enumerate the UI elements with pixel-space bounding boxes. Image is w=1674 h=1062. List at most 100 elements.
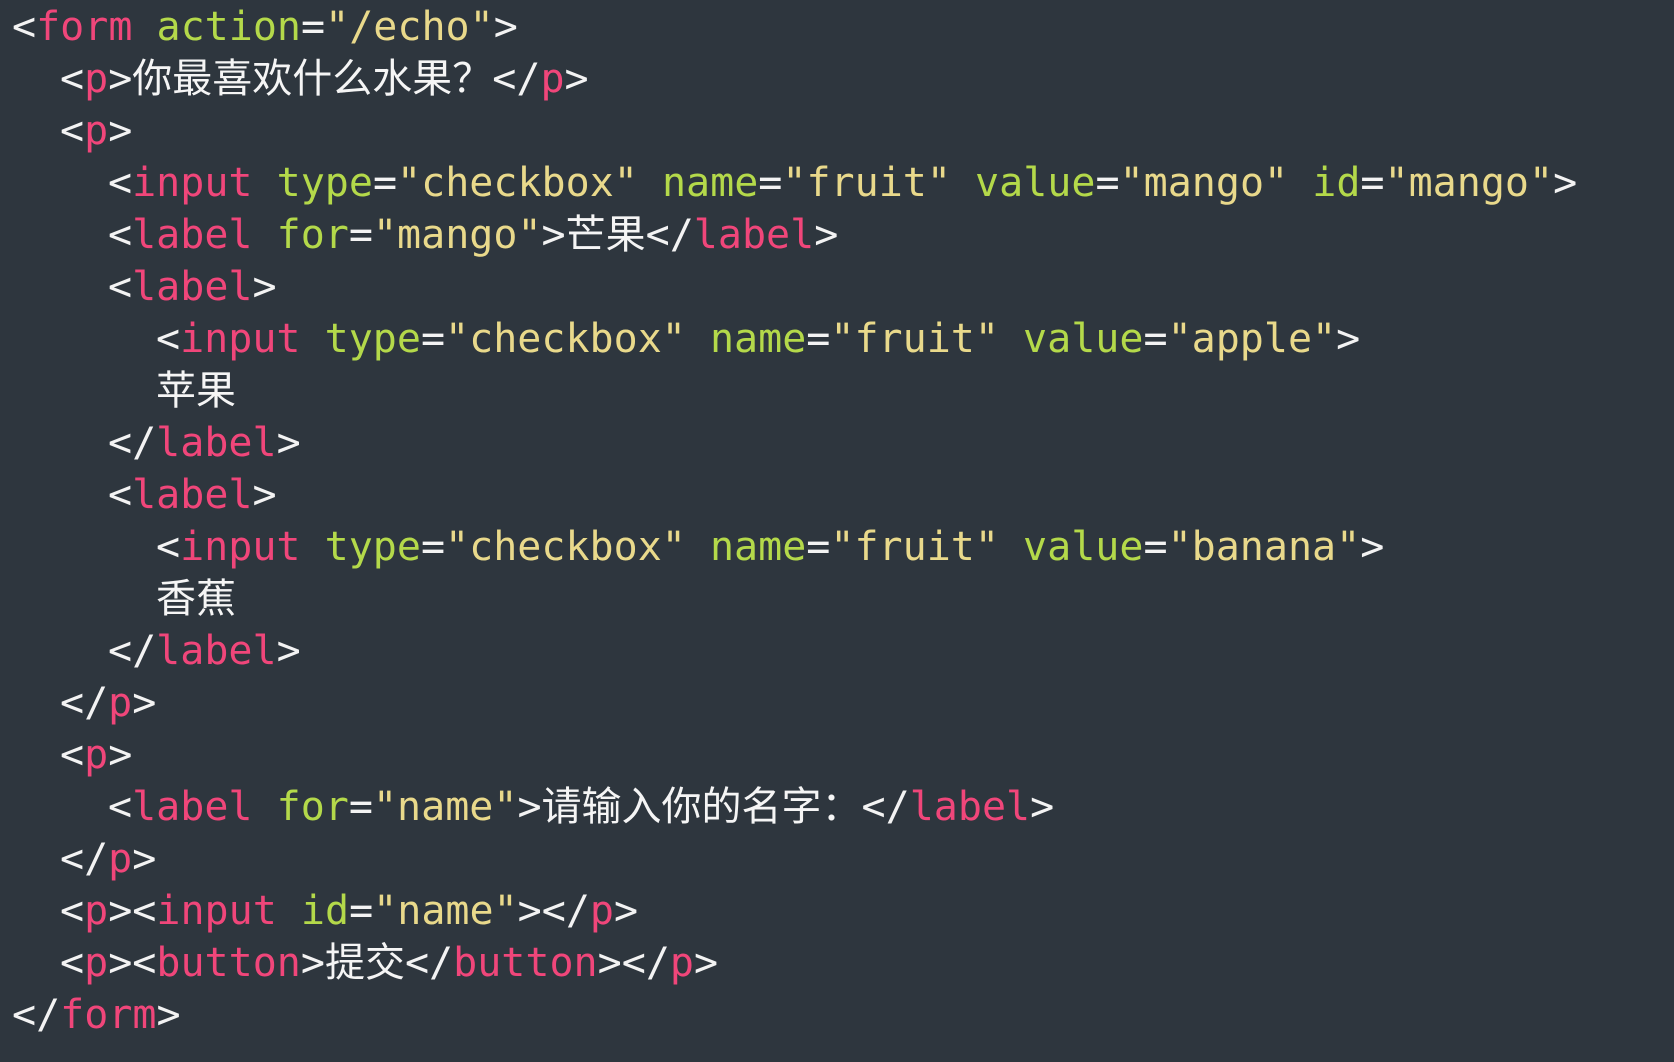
- code-token-punct: </: [12, 992, 61, 1038]
- code-token-punct: >: [108, 940, 133, 986]
- code-line: </p>: [0, 677, 1674, 729]
- code-token-punct: =: [806, 316, 831, 362]
- code-token-tag: p: [84, 888, 109, 934]
- code-token-punct: =: [372, 160, 398, 206]
- code-token-tag: input: [132, 160, 253, 206]
- code-line: 苹果: [0, 365, 1674, 417]
- code-token-punct: >: [493, 4, 518, 50]
- code-token-punct: >: [132, 836, 157, 882]
- code-token-punct: </: [60, 836, 109, 882]
- code-line: <p>: [0, 729, 1674, 781]
- code-token-punct: [301, 316, 325, 362]
- code-token-attr: id: [300, 888, 350, 934]
- code-token-attr: id: [1312, 160, 1361, 206]
- code-token-punct: =: [420, 316, 446, 362]
- code-line: </label>: [0, 417, 1674, 469]
- code-token-text: 提交: [324, 940, 405, 986]
- code-token-punct: [253, 212, 277, 258]
- code-token-tag: button: [453, 940, 598, 986]
- code-token-punct: </: [621, 940, 670, 986]
- code-token-punct: >: [541, 212, 566, 258]
- code-token-punct: [253, 784, 277, 830]
- code-token-tag: input: [180, 316, 301, 362]
- code-token-attr: for: [276, 212, 349, 258]
- code-token-tag: label: [132, 472, 253, 518]
- code-token-punct: >: [108, 108, 133, 154]
- code-token-punct: >: [597, 940, 622, 986]
- code-token-tag: p: [84, 56, 109, 102]
- code-token-str: "mango": [1384, 160, 1554, 206]
- code-token-punct: >: [614, 888, 639, 934]
- code-token-attr: action: [156, 4, 302, 50]
- code-token-punct: [253, 160, 277, 206]
- code-token-str: "name": [372, 784, 518, 830]
- code-token-tag: input: [180, 524, 301, 570]
- code-token-punct: <: [156, 524, 181, 570]
- code-line: <input type="checkbox" name="fruit" valu…: [0, 313, 1674, 365]
- code-token-punct: =: [758, 160, 783, 206]
- code-token-tag: p: [108, 680, 133, 726]
- code-token-punct: [277, 888, 301, 934]
- code-token-tag: p: [84, 108, 109, 154]
- code-token-punct: =: [420, 524, 446, 570]
- code-token-str: "fruit": [782, 160, 951, 206]
- code-token-punct: [999, 316, 1023, 362]
- code-token-tag: p: [540, 56, 565, 102]
- code-token-punct: >: [276, 628, 301, 674]
- code-token-punct: </: [60, 680, 109, 726]
- code-line: <p><input id="name"></p>: [0, 885, 1674, 937]
- code-token-attr: value: [1023, 524, 1144, 570]
- code-token-str: "apple": [1167, 316, 1337, 362]
- code-token-punct: >: [564, 56, 589, 102]
- code-token-punct: >: [1030, 784, 1055, 830]
- code-token-punct: [132, 4, 156, 50]
- code-token-punct: </: [645, 212, 694, 258]
- code-token-punct: [999, 524, 1023, 570]
- code-token-punct: >: [517, 888, 542, 934]
- code-token-tag: form: [60, 992, 157, 1038]
- code-token-tag: button: [156, 940, 301, 986]
- code-token-tag: label: [156, 420, 277, 466]
- code-token-punct: >: [694, 940, 719, 986]
- code-line: <label>: [0, 469, 1674, 521]
- code-token-punct: <: [108, 264, 133, 310]
- code-token-str: "checkbox": [397, 160, 638, 206]
- code-token-attr: type: [276, 160, 373, 206]
- code-token-punct: </: [861, 784, 910, 830]
- code-line: <label for="mango">芒果</label>: [0, 209, 1674, 261]
- code-token-punct: [301, 524, 325, 570]
- code-line: <p>: [0, 105, 1674, 157]
- code-token-punct: </: [492, 56, 541, 102]
- code-token-str: "name": [373, 888, 518, 934]
- code-token-punct: <: [108, 160, 133, 206]
- code-token-tag: input: [156, 888, 277, 934]
- code-token-tag: p: [84, 732, 109, 778]
- code-token-str: "banana": [1167, 524, 1361, 570]
- code-token-attr: value: [975, 160, 1096, 206]
- code-token-punct: >: [517, 784, 542, 830]
- code-token-punct: [1288, 160, 1312, 206]
- code-token-str: "/echo": [325, 4, 494, 50]
- code-line: <input type="checkbox" name="fruit" valu…: [0, 157, 1674, 209]
- code-token-punct: >: [814, 212, 839, 258]
- code-token-punct: >: [108, 732, 133, 778]
- code-token-punct: <: [132, 940, 157, 986]
- code-token-punct: [951, 160, 975, 206]
- code-token-punct: </: [541, 888, 590, 934]
- code-token-punct: <: [60, 732, 85, 778]
- code-token-punct: =: [348, 212, 373, 258]
- code-token-punct: <: [108, 784, 133, 830]
- code-token-punct: =: [1360, 160, 1385, 206]
- code-token-punct: =: [1095, 160, 1120, 206]
- code-token-tag: p: [84, 940, 109, 986]
- code-token-punct: >: [276, 420, 301, 466]
- code-token-tag: label: [156, 628, 277, 674]
- code-token-punct: =: [348, 784, 373, 830]
- code-token-attr: value: [1023, 316, 1144, 362]
- code-token-tag: label: [909, 784, 1031, 830]
- code-line: <label for="name">请输入你的名字：</label>: [0, 781, 1674, 833]
- code-token-attr: for: [276, 784, 349, 830]
- code-token-tag: form: [36, 4, 133, 50]
- code-token-tag: label: [132, 264, 253, 310]
- code-token-attr: name: [661, 160, 759, 206]
